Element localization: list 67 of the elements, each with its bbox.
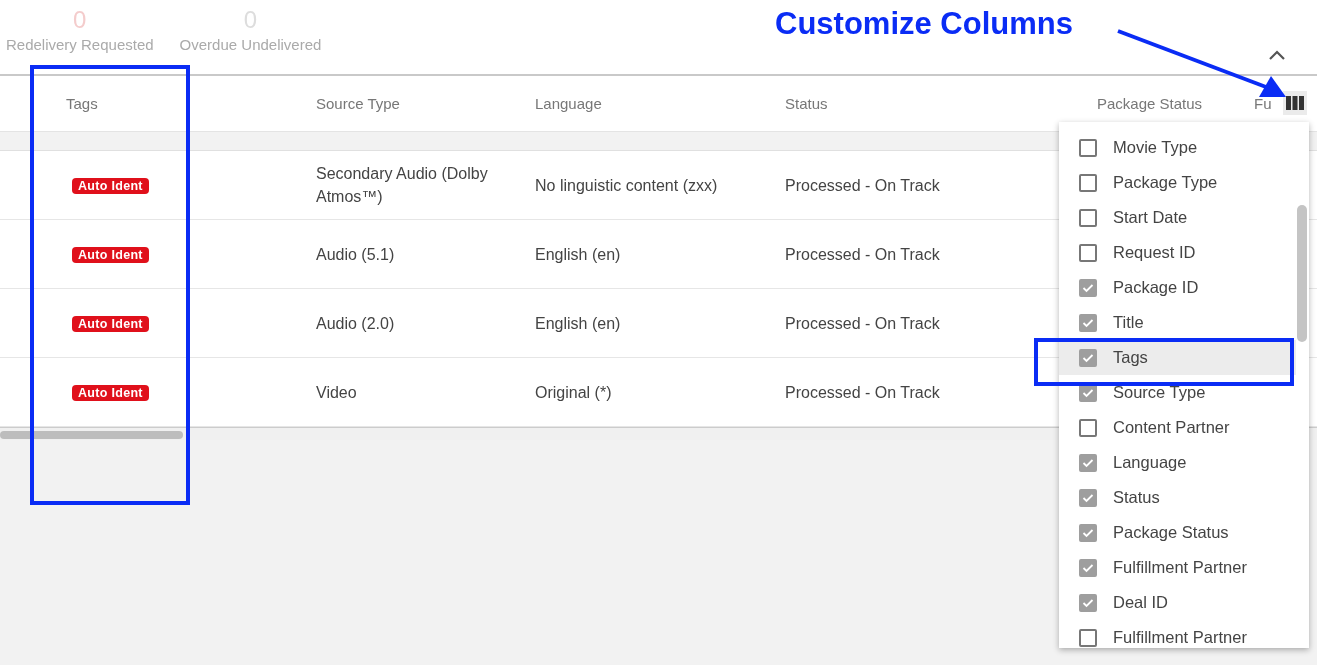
- menu-item[interactable]: Status: [1059, 480, 1296, 515]
- table-cell-text: Audio (5.1): [316, 244, 395, 265]
- menu-item[interactable]: Tags: [1059, 340, 1296, 375]
- tag-badge: Auto Ident: [72, 315, 149, 332]
- menu-item[interactable]: Fulfillment Partner: [1059, 550, 1296, 585]
- table-cell-text: Secondary Audio (Dolby Atmos™): [316, 164, 489, 207]
- menu-item[interactable]: Request ID: [1059, 235, 1296, 270]
- stat-label: Redelivery Requested: [6, 36, 154, 53]
- checkbox[interactable]: [1079, 558, 1097, 577]
- check-icon: [1082, 492, 1094, 503]
- column-header[interactable]: Tags: [0, 95, 98, 112]
- menu-item[interactable]: Fulfillment Partner: [1059, 620, 1296, 648]
- tag-badge: Auto Ident: [72, 246, 149, 263]
- menu-item[interactable]: Start Date: [1059, 200, 1296, 235]
- menu-item[interactable]: Deal ID: [1059, 585, 1296, 620]
- columns-icon: [1286, 96, 1304, 110]
- checkbox[interactable]: [1079, 593, 1097, 612]
- checkbox[interactable]: [1079, 628, 1097, 647]
- menu-item[interactable]: Language: [1059, 445, 1296, 480]
- menu-item[interactable]: Source Type: [1059, 375, 1296, 410]
- checkbox[interactable]: [1079, 208, 1097, 227]
- check-icon: [1082, 352, 1094, 363]
- checkbox[interactable]: [1079, 278, 1097, 297]
- check-icon: [1082, 527, 1094, 538]
- checkbox[interactable]: [1079, 313, 1097, 332]
- check-icon: [1082, 387, 1094, 398]
- checkbox[interactable]: [1079, 453, 1097, 472]
- columns-button[interactable]: [1283, 91, 1307, 115]
- menu-item[interactable]: Content Partner: [1059, 410, 1296, 445]
- checkbox[interactable]: [1079, 243, 1097, 262]
- menu-item[interactable]: Package ID: [1059, 270, 1296, 305]
- column-header[interactable]: Package Status: [1097, 95, 1203, 112]
- column-header[interactable]: Fu: [1254, 95, 1272, 112]
- menu-item[interactable]: Package Status: [1059, 515, 1296, 550]
- check-icon: [1082, 597, 1094, 608]
- vertical-scrollbar[interactable]: [1297, 205, 1307, 342]
- table-cell-text: English (en): [535, 244, 621, 265]
- checkbox[interactable]: [1079, 418, 1097, 437]
- table-cell-text: Video: [316, 382, 357, 403]
- checkbox[interactable]: [1079, 523, 1097, 542]
- check-icon: [1082, 282, 1094, 293]
- checkbox[interactable]: [1079, 173, 1097, 192]
- check-icon: [1082, 457, 1094, 468]
- menu-item[interactable]: Movie Type: [1059, 130, 1296, 165]
- chevron-up-icon[interactable]: [1268, 49, 1286, 61]
- annotation-caption: Customize Columns: [775, 6, 1073, 42]
- table-cell-text: Processed - On Track: [785, 244, 940, 265]
- column-header[interactable]: Source Type: [316, 95, 400, 112]
- table-cell-text: Processed - On Track: [785, 313, 940, 334]
- table-cell-text: Processed - On Track: [785, 382, 940, 403]
- checkbox[interactable]: [1079, 348, 1097, 367]
- table-cell-text: No linguistic content (zxx): [535, 175, 718, 196]
- column-header[interactable]: Status: [785, 95, 828, 112]
- checkbox[interactable]: [1079, 138, 1097, 157]
- table-cell-text: Processed - On Track: [785, 175, 940, 196]
- checkbox[interactable]: [1079, 488, 1097, 507]
- table-cell-text: Original (*): [535, 382, 612, 403]
- menu-item[interactable]: Title: [1059, 305, 1296, 340]
- table-cell-text: Audio (2.0): [316, 313, 395, 334]
- tag-badge: Auto Ident: [72, 177, 149, 194]
- menu-item[interactable]: Package Type: [1059, 165, 1296, 200]
- table-cell-text: English (en): [535, 313, 621, 334]
- stat-label: Overdue Undelivered: [179, 36, 322, 53]
- column-header[interactable]: Language: [535, 95, 602, 112]
- check-icon: [1082, 562, 1094, 573]
- tag-badge: Auto Ident: [72, 384, 149, 401]
- check-icon: [1082, 317, 1094, 328]
